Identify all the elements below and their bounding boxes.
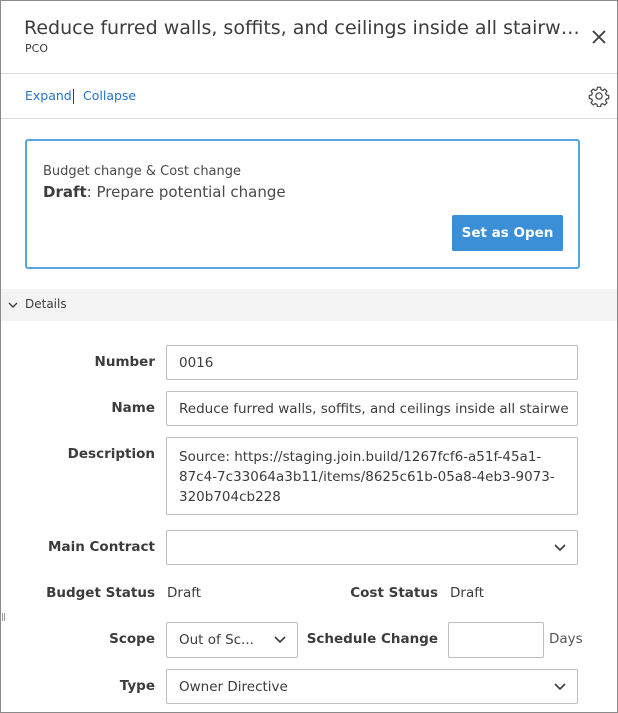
type-select[interactable]: Owner Directive: [166, 669, 578, 704]
schedule-unit-label: Days: [549, 631, 583, 647]
type-label: Type: [119, 678, 155, 694]
description-label: Description: [67, 446, 155, 462]
name-label: Name: [111, 400, 155, 416]
panel-header: Reduce furred walls, soffits, and ceilin…: [1, 1, 617, 74]
name-value: Reduce furred walls, soffits, and ceilin…: [179, 400, 569, 417]
resize-handle[interactable]: [2, 613, 5, 621]
scope-label: Scope: [109, 631, 155, 647]
record-type-label: PCO: [25, 42, 48, 55]
panel-toolbar: Expand Collapse: [1, 75, 617, 119]
workflow-status-card: Budget change & Cost change Draft: Prepa…: [25, 139, 580, 269]
set-as-open-button[interactable]: Set as Open: [452, 215, 563, 251]
main-contract-label: Main Contract: [48, 539, 155, 555]
gear-icon[interactable]: [588, 85, 610, 107]
collapse-all-link[interactable]: Collapse: [83, 88, 136, 103]
cost-status-label: Cost Status: [350, 585, 438, 601]
scope-value: Out of Sc...: [179, 632, 254, 648]
change-order-panel: Reduce furred walls, soffits, and ceilin…: [0, 0, 618, 713]
budget-status-label: Budget Status: [46, 585, 155, 601]
number-label: Number: [94, 354, 155, 370]
change-types-text: Budget change & Cost change: [43, 164, 242, 179]
chevron-down-icon: [274, 636, 286, 644]
name-field[interactable]: Reduce furred walls, soffits, and ceilin…: [166, 391, 578, 426]
cost-status-value: Draft: [450, 585, 485, 601]
page-title: Reduce furred walls, soffits, and ceilin…: [24, 17, 586, 39]
workflow-state-text: Draft: Prepare potential change: [43, 183, 286, 201]
details-section-label: Details: [25, 297, 67, 311]
main-contract-select[interactable]: [166, 530, 578, 565]
link-divider: [73, 89, 74, 104]
expand-all-link[interactable]: Expand: [25, 88, 72, 103]
description-field[interactable]: Source: https://staging.join.build/1267f…: [166, 437, 578, 515]
details-section-header[interactable]: Details: [1, 289, 617, 321]
type-value: Owner Directive: [179, 678, 288, 695]
budget-status-value: Draft: [167, 585, 202, 601]
number-value: 0016: [179, 354, 214, 371]
scope-select[interactable]: Out of Sc...: [166, 622, 298, 658]
chevron-down-icon: [8, 302, 18, 308]
close-icon[interactable]: [588, 26, 610, 48]
number-field[interactable]: 0016: [166, 345, 578, 380]
workflow-state: Draft: [43, 183, 87, 201]
workflow-state-description: : Prepare potential change: [86, 183, 286, 201]
chevron-down-icon: [554, 543, 566, 551]
chevron-down-icon: [554, 682, 566, 690]
schedule-change-input[interactable]: [448, 622, 544, 658]
schedule-change-label: Schedule Change: [306, 631, 438, 647]
